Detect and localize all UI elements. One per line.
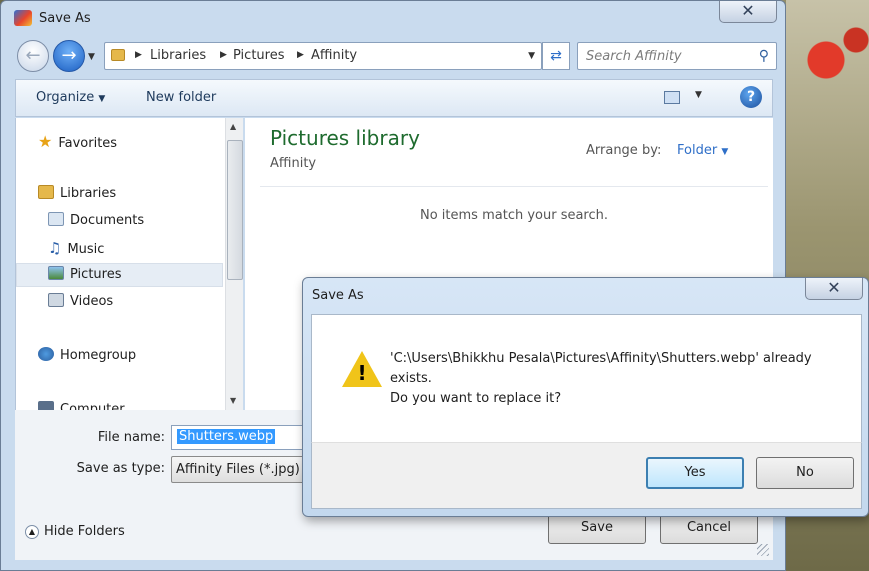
nav-item-label: Music: [67, 242, 105, 257]
no-button[interactable]: No: [756, 457, 854, 489]
scroll-up-icon[interactable]: ▲: [230, 122, 236, 131]
dialog-title: Save As: [312, 288, 364, 303]
videos-icon: [48, 293, 64, 307]
view-options-dropdown-icon[interactable]: ▼: [695, 90, 702, 100]
search-icon: ⚲: [758, 48, 769, 64]
chevron-up-icon: ▲: [25, 525, 39, 539]
nav-item-videos[interactable]: Videos: [48, 293, 113, 309]
music-icon: ♫: [48, 239, 62, 257]
organize-dropdown-icon: ▼: [98, 94, 106, 104]
chevron-down-icon: ▼: [721, 147, 729, 157]
nav-item-label: Libraries: [60, 186, 117, 201]
computer-icon: [38, 401, 54, 410]
nav-item-favorites[interactable]: ★ Favorites: [38, 132, 117, 151]
folder-icon: [111, 49, 125, 61]
library-subtitle: Affinity: [270, 156, 317, 171]
back-button[interactable]: ←: [17, 40, 49, 72]
nav-scrollbar[interactable]: ▲ ▼: [225, 118, 243, 410]
nav-item-label: Homegroup: [60, 348, 137, 363]
address-row: ← → ▼ ▶ Libraries ▶ Pictures ▶ Affinity …: [1, 35, 785, 77]
organize-button[interactable]: Organize ▼: [36, 90, 105, 105]
breadcrumb-affinity[interactable]: Affinity: [311, 48, 357, 63]
new-folder-button[interactable]: New folder: [146, 90, 216, 105]
dialog-message: 'C:\Users\Bhikkhu Pesala\Pictures\Affini…: [390, 349, 840, 409]
star-icon: ★: [38, 132, 53, 151]
scroll-down-icon[interactable]: ▼: [230, 396, 236, 405]
nav-item-homegroup[interactable]: Homegroup: [38, 347, 136, 363]
command-toolbar: Organize ▼ New folder ▼ ?: [15, 79, 773, 117]
address-bar[interactable]: ▶ Libraries ▶ Pictures ▶ Affinity ▼: [104, 42, 542, 70]
help-icon[interactable]: ?: [740, 86, 762, 108]
nav-item-label: Favorites: [58, 136, 118, 151]
scroll-thumb[interactable]: [227, 140, 243, 280]
documents-icon: [48, 212, 64, 226]
arrange-by-dropdown[interactable]: Folder ▼: [677, 143, 728, 158]
dialog-button-bar: Yes No: [311, 442, 862, 509]
nav-item-documents[interactable]: Documents: [48, 212, 144, 228]
save-type-label: Save as type:: [76, 461, 165, 476]
forward-button[interactable]: →: [53, 40, 85, 72]
navigation-pane: ★ Favorites Libraries Documents ♫ Music Pi…: [15, 118, 243, 410]
hide-folders-button[interactable]: ▲ Hide Folders: [25, 524, 125, 539]
nav-item-pictures[interactable]: Pictures: [48, 266, 121, 282]
address-dropdown-icon[interactable]: ▼: [528, 51, 535, 61]
resize-grip[interactable]: [757, 544, 769, 556]
app-icon: [14, 10, 32, 26]
message-line-2: exists.: [390, 371, 432, 386]
change-view-icon[interactable]: [664, 91, 680, 104]
title-bar: Save As ✕: [1, 1, 785, 35]
pictures-icon: [48, 266, 64, 280]
file-name-value: Shutters.webp: [177, 429, 276, 444]
file-name-field[interactable]: Shutters.webp: [171, 425, 316, 450]
nav-item-computer[interactable]: Computer: [38, 401, 125, 410]
dialog-close-button[interactable]: ✕: [805, 278, 863, 300]
message-line-3: Do you want to replace it?: [390, 391, 562, 406]
yes-button[interactable]: Yes: [646, 457, 744, 489]
breadcrumb-libraries[interactable]: Libraries: [150, 48, 206, 63]
confirm-overwrite-dialog: Save As ✕ ! 'C:\Users\Bhikkhu Pesala\Pic…: [302, 277, 869, 517]
nav-item-label: Videos: [70, 294, 114, 309]
nav-item-label: Pictures: [70, 267, 122, 282]
divider: [260, 186, 768, 187]
chevron-right-icon[interactable]: ▶: [135, 50, 142, 60]
hide-folders-label: Hide Folders: [44, 524, 125, 539]
message-line-1: 'C:\Users\Bhikkhu Pesala\Pictures\Affini…: [390, 351, 812, 366]
window-title: Save As: [39, 11, 91, 26]
arrange-by-label: Arrange by:: [586, 143, 662, 158]
save-type-value: Affinity Files (*.jpg): [176, 462, 300, 477]
breadcrumb-pictures[interactable]: Pictures: [233, 48, 284, 63]
chevron-right-icon[interactable]: ▶: [297, 50, 304, 60]
nav-item-libraries[interactable]: Libraries: [38, 185, 116, 201]
warning-exclamation: !: [357, 361, 367, 385]
nav-item-label: Computer: [60, 402, 125, 410]
nav-item-label: Documents: [70, 213, 145, 228]
file-name-label: File name:: [97, 430, 165, 445]
homegroup-icon: [38, 347, 54, 361]
save-type-select[interactable]: Affinity Files (*.jpg): [171, 456, 316, 483]
empty-message: No items match your search.: [420, 208, 609, 223]
refresh-button[interactable]: ⇄: [542, 42, 570, 70]
chevron-right-icon[interactable]: ▶: [220, 50, 227, 60]
library-title: Pictures library: [270, 126, 420, 150]
nav-item-music[interactable]: ♫ Music: [48, 239, 104, 257]
search-placeholder: Search Affinity: [586, 49, 682, 64]
search-input[interactable]: Search Affinity ⚲: [577, 42, 777, 70]
dialog-body: ! 'C:\Users\Bhikkhu Pesala\Pictures\Affi…: [311, 314, 862, 442]
libraries-icon: [38, 185, 54, 199]
close-button[interactable]: ✕: [719, 1, 777, 23]
history-dropdown-icon[interactable]: ▼: [88, 52, 95, 62]
